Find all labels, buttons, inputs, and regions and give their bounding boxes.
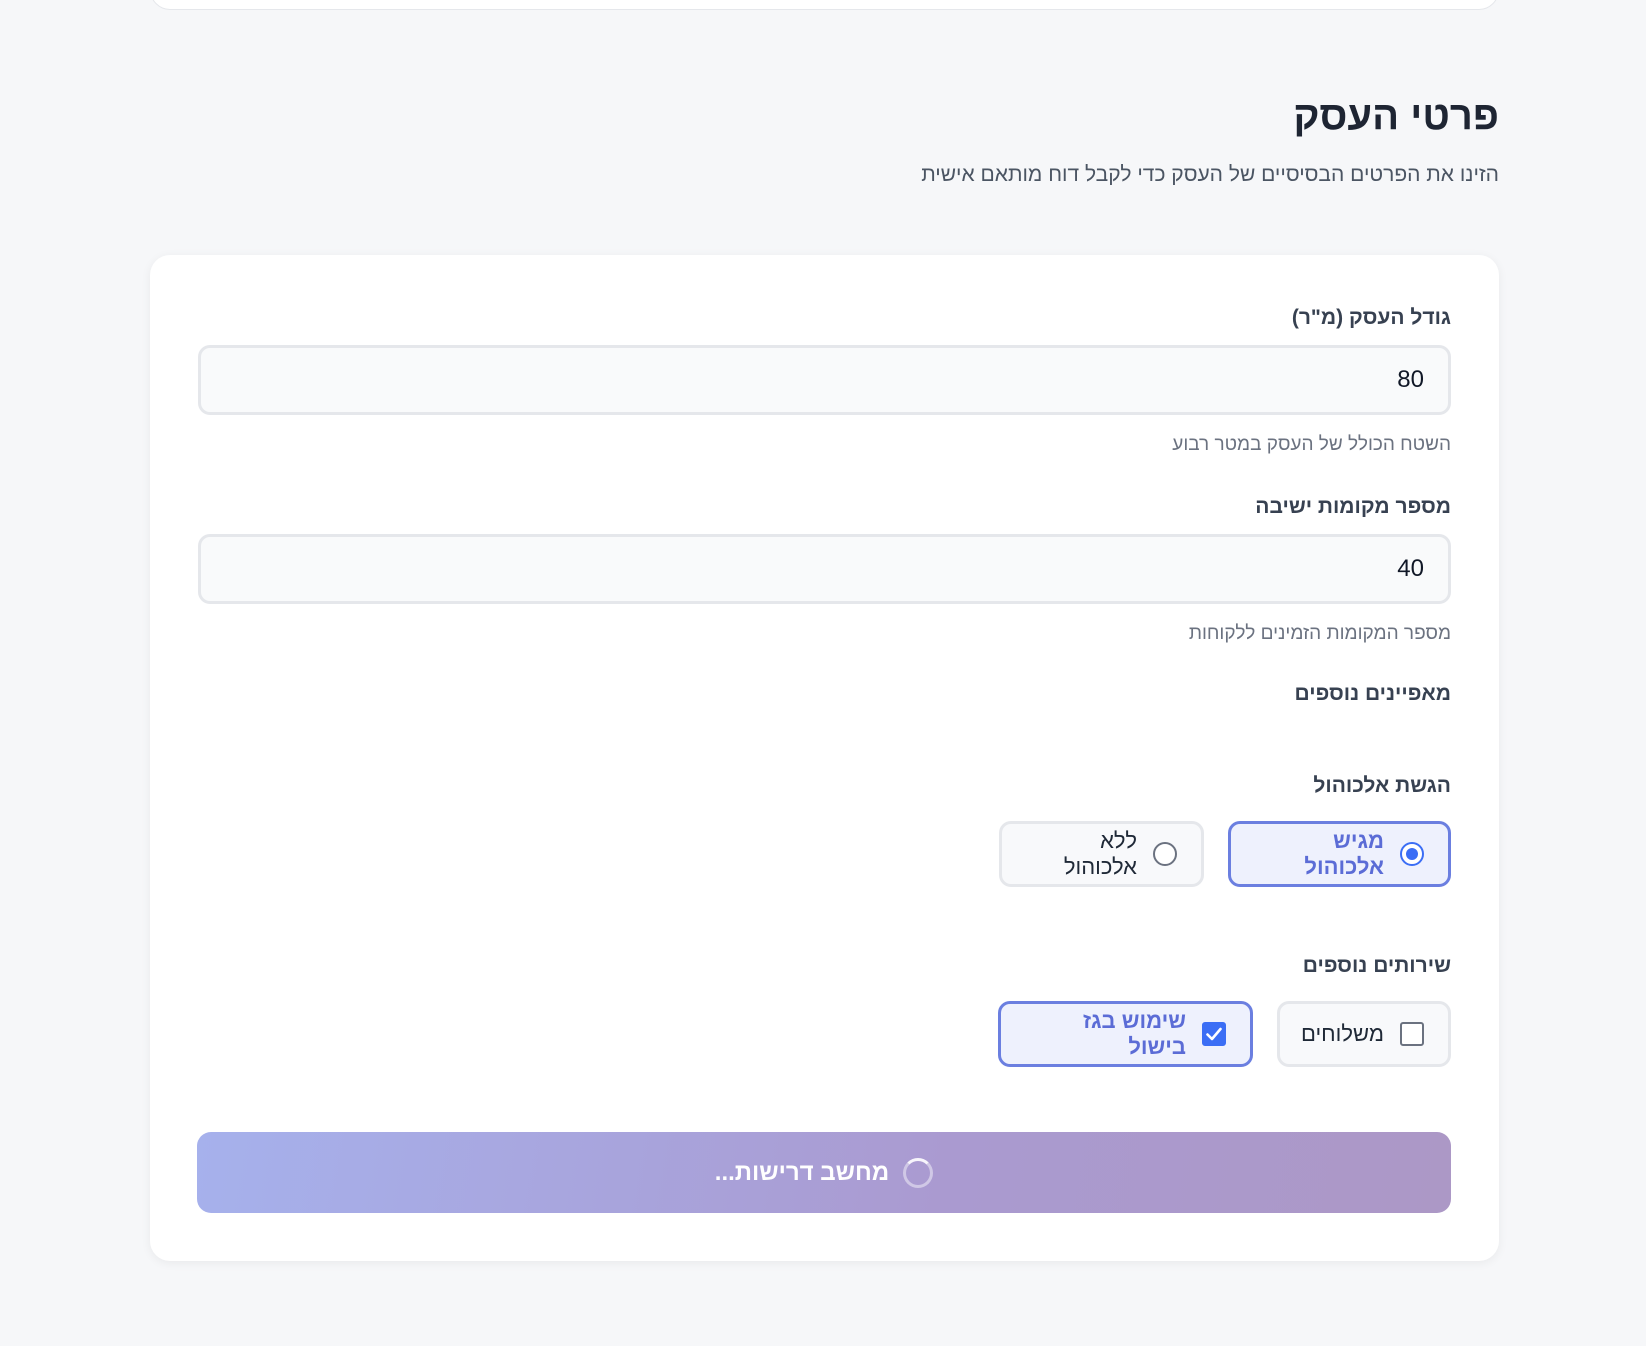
business-size-input[interactable]: [198, 345, 1451, 415]
checkmark-icon: [1206, 1027, 1222, 1041]
alcohol-option-serves[interactable]: מגיש אלכוהול: [1228, 821, 1451, 887]
page-header: פרטי העסק הזינו את הפרטים הבסיסיים של הע…: [150, 88, 1499, 191]
radio-selected-icon[interactable]: [1400, 842, 1424, 866]
service-option-delivery[interactable]: משלוחים: [1277, 1001, 1451, 1067]
loading-spinner-icon: [903, 1157, 934, 1188]
seats-label: מספר מקומות ישיבה: [1255, 495, 1451, 518]
seats-input[interactable]: [198, 534, 1451, 604]
alcohol-option-none[interactable]: ללא אלכוהול: [999, 821, 1204, 887]
services-group: שירותים נוספים משלוחים שימוש בגז בישול: [198, 951, 1451, 1067]
page-title: פרטי העסק: [1293, 94, 1499, 138]
radio-unselected-icon[interactable]: [1153, 842, 1177, 866]
alcohol-option-serves-label: מגיש אלכוהול: [1304, 828, 1384, 879]
business-size-help: השטח הכולל של העסק במטר רבוע: [1172, 434, 1451, 455]
seats-help: מספר המקומות הזמינים ללקוחות: [1188, 623, 1451, 644]
services-options: משלוחים שימוש בגז בישול: [198, 1001, 1451, 1067]
services-label: שירותים נוספים: [1302, 954, 1451, 977]
business-size-label: גודל העסק (מ"ר): [1291, 306, 1451, 329]
previous-card-edge: [150, 0, 1499, 10]
alcohol-label: הגשת אלכוהול: [1313, 774, 1451, 797]
alcohol-option-none-label: ללא אלכוהול: [1063, 828, 1137, 879]
business-size-field: גודל העסק (מ"ר) השטח הכולל של העסק במטר …: [198, 303, 1451, 459]
alcohol-options: מגיש אלכוהול ללא אלכוהול: [198, 821, 1451, 887]
page: פרטי העסק הזינו את הפרטים הבסיסיים של הע…: [0, 0, 1646, 1346]
checkbox-unchecked-icon[interactable]: [1400, 1022, 1424, 1046]
extra-features-heading: מאפיינים נוספים: [1294, 682, 1451, 705]
checkbox-checked-icon[interactable]: [1202, 1022, 1226, 1046]
service-option-cooking-gas[interactable]: שימוש בגז בישול: [998, 1001, 1253, 1067]
service-option-cooking-gas-label: שימוש בגז בישול: [1082, 1008, 1186, 1059]
business-details-form: גודל העסק (מ"ר) השטח הכולל של העסק במטר …: [150, 255, 1499, 1261]
calculate-requirements-label: מחשב דרישות...: [714, 1158, 890, 1186]
seats-field: מספר מקומות ישיבה מספר המקומות הזמינים ל…: [198, 492, 1451, 648]
page-subtitle: הזינו את הפרטים הבסיסיים של העסק כדי לקב…: [921, 163, 1499, 186]
calculate-requirements-button[interactable]: מחשב דרישות...: [197, 1132, 1451, 1213]
service-option-delivery-label: משלוחים: [1300, 1021, 1384, 1046]
alcohol-group: הגשת אלכוהול מגיש אלכוהול ללא אלכוהול: [198, 771, 1451, 887]
